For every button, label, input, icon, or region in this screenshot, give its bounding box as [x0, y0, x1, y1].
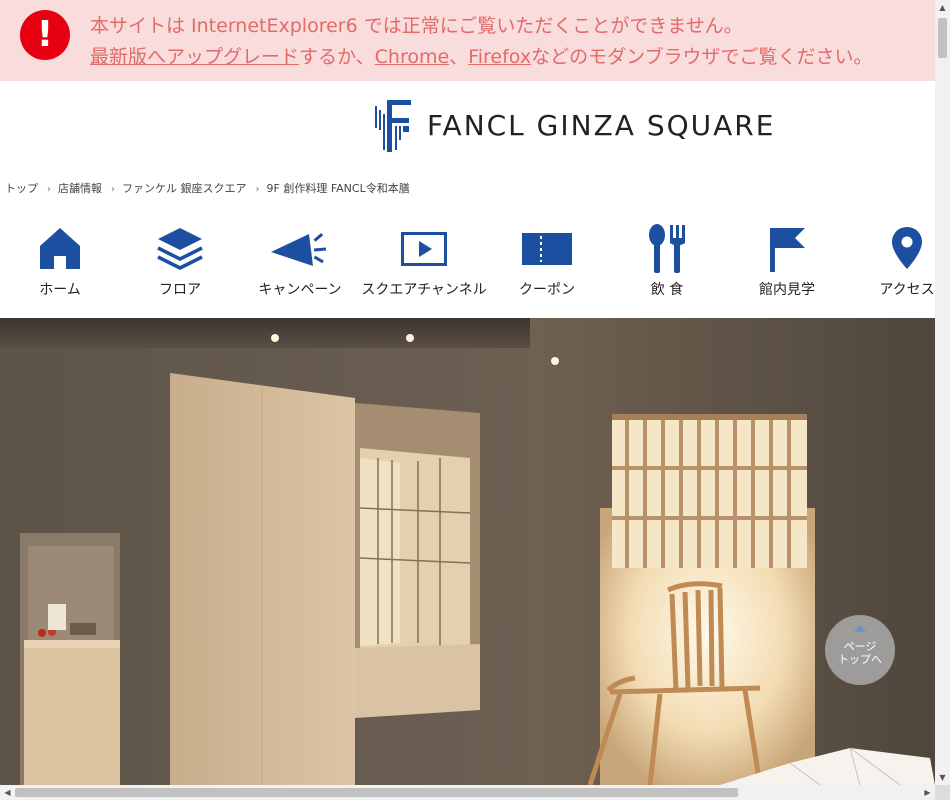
page-viewport: ! 本サイトは InternetExplorer6 では正常にご覧いただくことが…	[0, 0, 935, 785]
scroll-right-arrow-icon[interactable]: ▶	[920, 785, 935, 800]
site-logo[interactable]: FANCL GINZA SQUARE	[375, 100, 805, 154]
coupon-icon	[522, 233, 572, 265]
global-nav: ホーム フロア キャンペーン スクエアチャンネル クーポン 飲 食 館内見学 ア…	[0, 220, 935, 310]
nav-item-dining[interactable]: 飲 食	[607, 220, 727, 310]
restaurant-entrance-photo	[0, 318, 935, 785]
nav-item-tour[interactable]: 館内見学	[727, 220, 847, 310]
scroll-down-arrow-icon[interactable]: ▼	[935, 770, 950, 785]
nav-item-home[interactable]: ホーム	[0, 220, 120, 310]
chevron-right-icon: ›	[255, 184, 260, 195]
warning-message: 本サイトは InternetExplorer6 では正常にご覧いただくことができ…	[90, 15, 743, 37]
nav-item-campaign[interactable]: キャンペーン	[240, 220, 360, 310]
page-top-button[interactable]: ページ トップへ	[825, 615, 895, 685]
chevron-right-icon: ›	[47, 184, 51, 195]
flag-icon	[770, 228, 805, 272]
play-icon	[401, 232, 447, 266]
nav-item-floor[interactable]: フロア	[120, 220, 240, 310]
scrollbar-corner	[935, 785, 950, 800]
layers-icon	[157, 228, 203, 270]
scroll-up-arrow-icon[interactable]: ▲	[935, 0, 950, 15]
vertical-scrollbar[interactable]: ▲ ▼	[935, 0, 950, 785]
browser-warning-banner: ! 本サイトは InternetExplorer6 では正常にご覧いただくことが…	[0, 0, 935, 81]
cutlery-icon	[649, 224, 685, 273]
horizontal-scrollbar[interactable]: ◀ ▶	[0, 785, 935, 800]
breadcrumb-item-top[interactable]: トップ	[5, 180, 38, 196]
chrome-link[interactable]: Chrome	[375, 46, 450, 68]
horizontal-scroll-thumb[interactable]	[15, 788, 738, 797]
nav-item-square-channel[interactable]: スクエアチャンネル	[361, 220, 487, 310]
vertical-scroll-thumb[interactable]	[938, 18, 947, 58]
fancl-logo-mark	[375, 100, 411, 152]
breadcrumb-item-current: 9F 創作料理 FANCL令和本膳	[266, 182, 410, 195]
breadcrumb: トップ › 店舗情報 › ファンケル 銀座スクエア › 9F 創作料理 FANCL令和本膳	[5, 180, 410, 196]
scroll-left-arrow-icon[interactable]: ◀	[0, 785, 15, 800]
breadcrumb-item-ginza-square[interactable]: ファンケル 銀座スクエア	[122, 180, 247, 196]
firefox-link[interactable]: Firefox	[468, 46, 531, 68]
nav-item-coupon[interactable]: クーポン	[487, 220, 607, 310]
home-icon	[40, 228, 80, 269]
arrow-up-icon	[854, 625, 866, 632]
megaphone-icon	[271, 233, 327, 266]
warning-recommendation: 最新版へアップグレードするか、Chrome、Firefoxなどのモダンブラウザで…	[90, 46, 873, 68]
exclamation-icon: !	[20, 10, 70, 60]
breadcrumb-item-shops[interactable]: 店舗情報	[58, 180, 102, 196]
logo-wordmark: FANCL GINZA SQUARE	[427, 109, 776, 142]
upgrade-link[interactable]: 最新版へアップグレード	[90, 46, 299, 68]
nav-item-access[interactable]: アクセス	[847, 220, 935, 310]
chevron-right-icon: ›	[111, 184, 115, 195]
map-pin-icon	[892, 227, 922, 269]
